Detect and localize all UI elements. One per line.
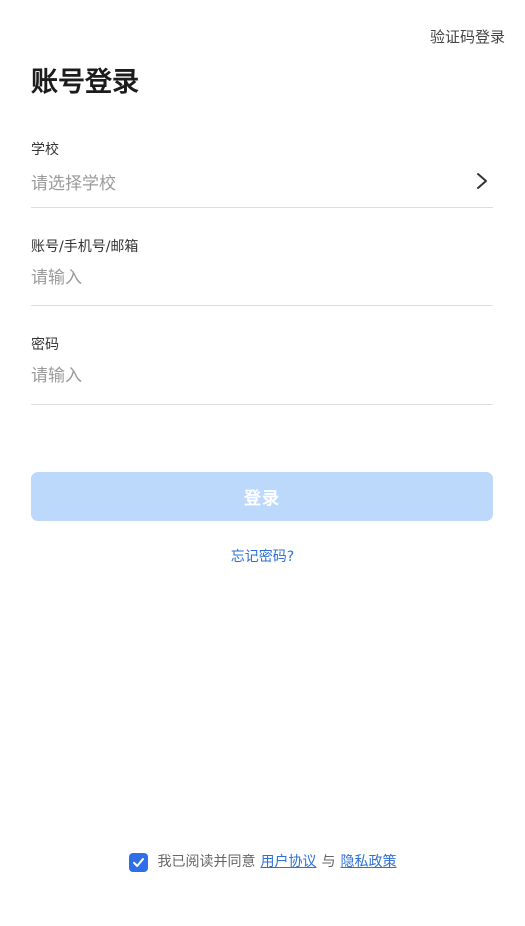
school-select[interactable]: 学校 请选择学校 — [31, 140, 493, 208]
password-input-row — [31, 361, 493, 391]
account-input-row — [31, 263, 493, 293]
user-agreement-link[interactable]: 用户协议 — [261, 851, 317, 873]
school-select-row[interactable]: 请选择学校 — [31, 166, 493, 196]
checkmark-icon — [132, 857, 144, 867]
school-placeholder: 请选择学校 — [31, 173, 116, 194]
forgot-password-link[interactable]: 忘记密码? — [0, 546, 525, 568]
agreement-row: 我已阅读并同意 用户协议 与 隐私政策 — [0, 851, 525, 873]
password-field: 密码 — [31, 335, 493, 405]
school-label: 学校 — [31, 142, 59, 158]
account-label: 账号/手机号/邮箱 — [31, 239, 139, 255]
privacy-policy-link[interactable]: 隐私政策 — [341, 851, 397, 873]
sms-login-link[interactable]: 验证码登录 — [430, 26, 505, 48]
chevron-right-icon[interactable] — [474, 171, 490, 191]
login-button[interactable]: 登录 — [31, 472, 493, 521]
password-label: 密码 — [31, 337, 59, 353]
account-input[interactable] — [31, 264, 451, 292]
password-input[interactable] — [31, 362, 451, 390]
agreement-prefix: 我已阅读并同意 — [157, 854, 256, 870]
page-title: 账号登录 — [31, 67, 139, 98]
agree-checkbox[interactable] — [128, 852, 148, 872]
agreement-connector: 与 — [321, 854, 336, 870]
account-field: 账号/手机号/邮箱 — [31, 237, 493, 306]
